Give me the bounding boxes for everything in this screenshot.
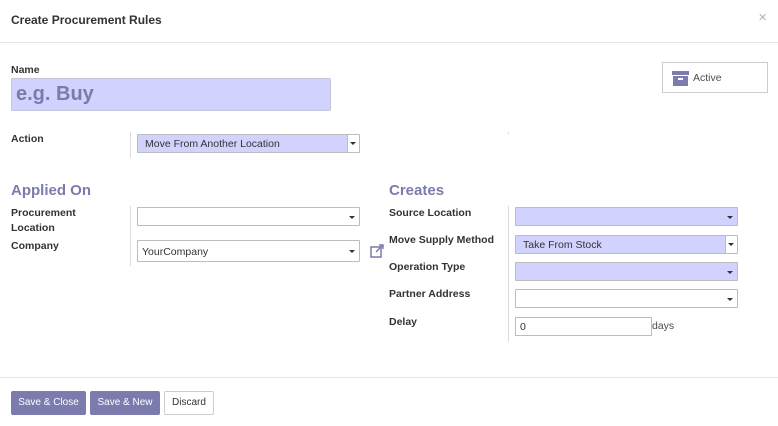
creates-heading: Creates bbox=[389, 182, 445, 199]
source-location-label: Source Location bbox=[389, 207, 472, 219]
move-supply-method-label: Move Supply Method bbox=[389, 234, 494, 246]
dropdown-caret-box bbox=[725, 236, 737, 253]
chevron-down-icon bbox=[350, 142, 356, 145]
archive-icon bbox=[672, 71, 689, 86]
company-label: Company bbox=[11, 240, 59, 252]
action-value: Move From Another Location bbox=[145, 138, 280, 150]
dialog-title: Create Procurement Rules bbox=[11, 13, 162, 27]
company-value: YourCompany bbox=[142, 246, 209, 258]
save-new-button[interactable]: Save & New bbox=[90, 391, 160, 415]
procurement-location-select[interactable] bbox=[137, 207, 360, 226]
action-select[interactable]: Move From Another Location bbox=[137, 134, 360, 153]
chevron-down-icon bbox=[349, 250, 355, 253]
delay-input[interactable] bbox=[515, 317, 652, 336]
operation-type-label: Operation Type bbox=[389, 261, 466, 273]
partner-address-label: Partner Address bbox=[389, 288, 471, 300]
chevron-down-icon bbox=[727, 271, 733, 274]
delay-unit-label: days bbox=[652, 320, 675, 332]
company-select[interactable]: YourCompany bbox=[137, 240, 360, 262]
discard-button[interactable]: Discard bbox=[164, 391, 214, 415]
chevron-down-icon bbox=[349, 216, 355, 219]
chevron-down-icon bbox=[727, 216, 733, 219]
name-label: Name bbox=[11, 64, 40, 76]
chevron-down-icon bbox=[727, 298, 733, 301]
dialog-header: Create Procurement Rules × bbox=[0, 0, 778, 43]
external-link-icon[interactable] bbox=[370, 244, 385, 259]
delay-label: Delay bbox=[389, 316, 418, 328]
applied-on-heading: Applied On bbox=[11, 182, 91, 199]
procurement-location-label: Procurement Location bbox=[11, 207, 76, 234]
name-input[interactable] bbox=[11, 78, 331, 111]
dropdown-caret-box bbox=[347, 135, 359, 152]
close-icon[interactable]: × bbox=[758, 10, 767, 25]
action-label: Action bbox=[11, 133, 44, 145]
active-toggle-button[interactable]: Active bbox=[662, 62, 768, 93]
source-location-select[interactable] bbox=[515, 207, 738, 226]
divider bbox=[508, 206, 509, 342]
footer-divider bbox=[0, 377, 778, 378]
divider bbox=[508, 132, 509, 134]
divider bbox=[130, 132, 131, 158]
active-label: Active bbox=[693, 72, 722, 84]
move-supply-method-select[interactable]: Take From Stock bbox=[515, 235, 738, 254]
chevron-down-icon bbox=[728, 243, 734, 246]
divider bbox=[130, 206, 131, 266]
operation-type-select[interactable] bbox=[515, 262, 738, 281]
save-close-button[interactable]: Save & Close bbox=[11, 391, 86, 415]
move-supply-method-value: Take From Stock bbox=[523, 239, 602, 251]
partner-address-select[interactable] bbox=[515, 289, 738, 308]
